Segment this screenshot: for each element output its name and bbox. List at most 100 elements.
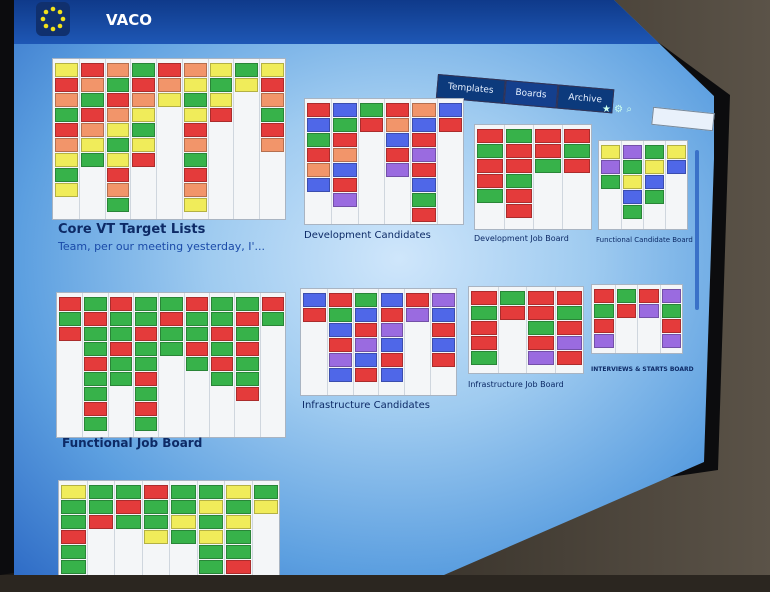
- star-icon[interactable]: ★: [602, 104, 611, 115]
- sticky-note: [380, 308, 404, 322]
- sticky-note: [116, 500, 141, 514]
- board-title[interactable]: Infrastructure Job Board: [468, 380, 564, 389]
- sticky-note: [226, 485, 251, 499]
- scrollbar[interactable]: [695, 150, 699, 310]
- sticky-note: [333, 148, 357, 162]
- sticky-note: [623, 160, 642, 174]
- board-thumbnail[interactable]: [58, 480, 280, 589]
- sticky-note: [198, 500, 223, 514]
- sticky-note: [135, 297, 158, 311]
- sticky-note: [328, 353, 352, 367]
- board-thumbnail[interactable]: [598, 140, 688, 230]
- sticky-note: [601, 145, 620, 159]
- sticky-note: [307, 178, 331, 192]
- sticky-note: [333, 133, 357, 147]
- sticky-note: [623, 145, 642, 159]
- board-title[interactable]: Development Job Board: [474, 234, 569, 243]
- sticky-note: [261, 138, 284, 152]
- sticky-note: [106, 108, 130, 122]
- sticky-note: [556, 291, 582, 305]
- sticky-note: [380, 323, 404, 337]
- sticky-note: [84, 357, 107, 371]
- sticky-note: [406, 308, 430, 322]
- sticky-note: [307, 103, 331, 117]
- sticky-note: [667, 145, 686, 159]
- sticky-note: [198, 530, 223, 544]
- sticky-note: [499, 306, 525, 320]
- gear-icon[interactable]: ⚙: [614, 104, 623, 115]
- sticky-note: [261, 123, 284, 137]
- sticky-note: [109, 357, 132, 371]
- sticky-note: [61, 545, 86, 559]
- sticky-note: [226, 545, 251, 559]
- board-thumbnail[interactable]: [56, 292, 286, 438]
- search-input[interactable]: [651, 106, 715, 132]
- board-title[interactable]: Functional Candidate Board: [596, 236, 693, 244]
- toolbar-icons: ★ ⚙ ⌕: [602, 104, 632, 115]
- board-title[interactable]: Core VT Target Lists: [58, 222, 205, 237]
- board-thumbnail[interactable]: [468, 286, 584, 374]
- sticky-note: [432, 323, 455, 337]
- board-thumbnail[interactable]: [474, 124, 592, 230]
- sticky-note: [354, 308, 378, 322]
- sticky-note: [61, 485, 86, 499]
- sticky-note: [61, 530, 86, 544]
- sticky-note: [143, 515, 168, 529]
- sticky-note: [158, 78, 181, 92]
- sticky-note: [106, 183, 130, 197]
- board-thumbnail[interactable]: [304, 98, 464, 225]
- sticky-note: [333, 103, 357, 117]
- sticky-note: [253, 485, 278, 499]
- sticky-note: [333, 193, 357, 207]
- sticky-note: [135, 372, 158, 386]
- tab-boards[interactable]: Boards: [503, 79, 559, 109]
- sticky-note: [132, 78, 156, 92]
- sticky-note: [106, 138, 130, 152]
- sticky-note: [236, 297, 259, 311]
- board-title[interactable]: Development Candidates: [304, 230, 431, 241]
- sticky-note: [226, 575, 251, 589]
- sticky-note: [84, 312, 107, 326]
- sticky-note: [307, 118, 331, 132]
- search-icon[interactable]: ⌕: [626, 104, 632, 115]
- sticky-note: [55, 108, 78, 122]
- sticky-note: [84, 342, 107, 356]
- sticky-note: [594, 334, 614, 348]
- board-thumbnail[interactable]: [591, 284, 683, 354]
- sticky-note: [386, 148, 410, 162]
- sticky-note: [564, 129, 590, 143]
- sticky-note: [55, 153, 78, 167]
- sticky-note: [506, 144, 532, 158]
- sticky-note: [171, 500, 196, 514]
- sticky-note: [307, 163, 331, 177]
- sticky-note: [616, 289, 636, 303]
- board-thumbnail[interactable]: [300, 288, 457, 396]
- sticky-note: [143, 500, 168, 514]
- sticky-note: [594, 289, 614, 303]
- app-title: VACO: [106, 11, 152, 29]
- board-title[interactable]: Functional Job Board: [62, 436, 202, 450]
- sticky-note: [84, 297, 107, 311]
- sticky-note: [143, 530, 168, 544]
- sticky-note: [535, 129, 561, 143]
- board-title[interactable]: Infrastructure Candidates: [302, 400, 430, 411]
- sticky-note: [116, 515, 141, 529]
- sticky-note: [380, 338, 404, 352]
- sticky-note: [235, 78, 259, 92]
- sticky-note: [261, 108, 284, 122]
- board-title[interactable]: INTERVIEWS & STARTS BOARD: [591, 366, 694, 373]
- sticky-note: [477, 174, 503, 188]
- sticky-note: [88, 500, 113, 514]
- sticky-note: [333, 178, 357, 192]
- sticky-note: [477, 129, 503, 143]
- sticky-note: [303, 293, 326, 307]
- sticky-note: [160, 297, 183, 311]
- sticky-note: [132, 123, 156, 137]
- sticky-note: [183, 63, 207, 77]
- sticky-note: [59, 297, 82, 311]
- sticky-note: [535, 159, 561, 173]
- board-thumbnail[interactable]: [52, 58, 286, 220]
- sticky-note: [88, 515, 113, 529]
- sticky-note: [499, 291, 525, 305]
- sticky-note: [645, 190, 664, 204]
